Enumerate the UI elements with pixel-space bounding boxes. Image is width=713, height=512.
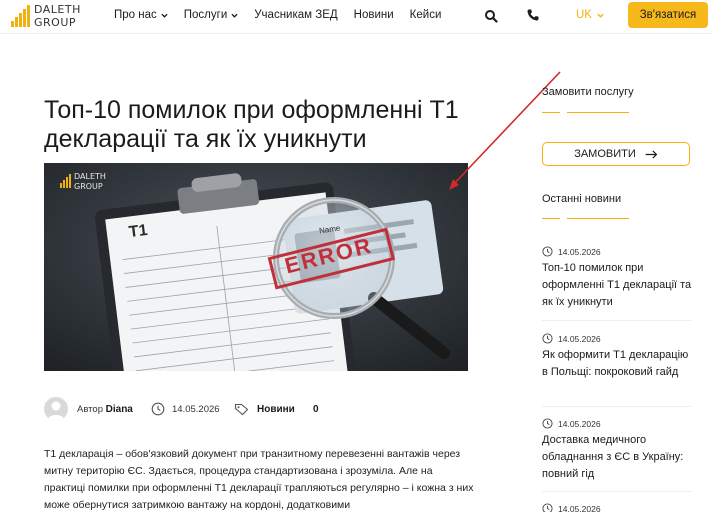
clock-icon <box>542 503 553 512</box>
news-item[interactable]: 14.05.2026 Топ-10 помилок при оформленні… <box>542 246 692 321</box>
news-date-text: 14.05.2026 <box>558 246 601 257</box>
news-date: 14.05.2026 <box>542 246 692 257</box>
latest-news-heading: Останні новини <box>542 193 622 205</box>
news-date-text: 14.05.2026 <box>558 418 601 429</box>
news-item[interactable]: 14.05.2026 <box>542 503 692 512</box>
news-date: 14.05.2026 <box>542 333 692 344</box>
news-item[interactable]: 14.05.2026 Як оформити Т1 декларацію в П… <box>542 333 692 407</box>
heading-underline <box>542 112 632 113</box>
clock-icon <box>542 333 553 344</box>
clock-icon <box>542 246 553 257</box>
heading-underline <box>542 218 632 219</box>
clock-icon <box>542 418 553 429</box>
news-title[interactable]: Топ-10 помилок при оформленні Т1 деклара… <box>542 260 692 311</box>
news-item[interactable]: 14.05.2026 Доставка медичного обладнання… <box>542 418 692 492</box>
arrow-right-icon <box>645 149 658 159</box>
news-date: 14.05.2026 <box>542 503 692 512</box>
order-button-label: ЗАМОВИТИ <box>574 148 636 160</box>
news-date-text: 14.05.2026 <box>558 503 601 512</box>
news-title[interactable]: Як оформити Т1 декларацію в Польщі: покр… <box>542 347 692 381</box>
news-title[interactable]: Доставка медичного обладнання з ЄС в Укр… <box>542 432 692 483</box>
news-date: 14.05.2026 <box>542 418 692 429</box>
order-service-heading: Замовити послугу <box>542 86 634 98</box>
order-button[interactable]: ЗАМОВИТИ <box>542 142 690 166</box>
news-date-text: 14.05.2026 <box>558 333 601 344</box>
